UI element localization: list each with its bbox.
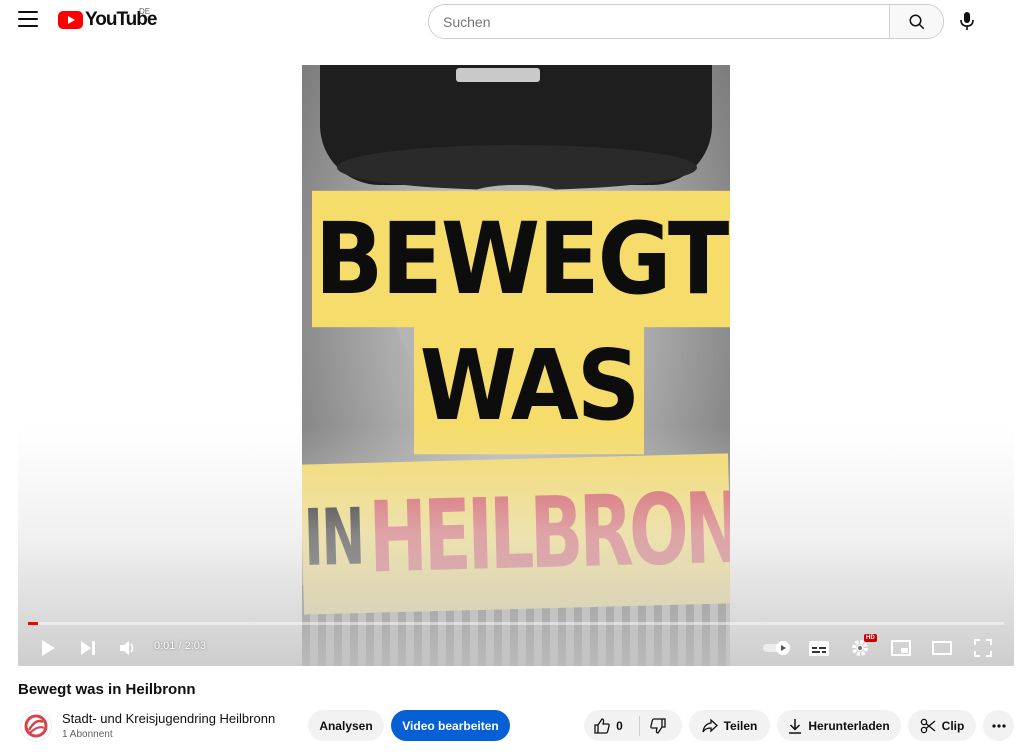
title-line-3-city: HEILBRONN bbox=[367, 469, 730, 596]
title-line-3: IN HEILBRONN bbox=[302, 453, 730, 615]
cap-brim-shape bbox=[337, 145, 697, 190]
thumbs-up-icon bbox=[594, 717, 610, 734]
voice-search-button[interactable] bbox=[955, 9, 979, 33]
skip-next-icon bbox=[81, 641, 95, 655]
clip-button[interactable]: Clip bbox=[908, 710, 976, 741]
analytics-label: Analysen bbox=[319, 718, 373, 733]
download-label: Herunterladen bbox=[808, 718, 890, 733]
hamburger-menu-icon[interactable] bbox=[18, 11, 38, 27]
edit-video-label: Video bearbeiten bbox=[402, 718, 499, 733]
title-line-2: WAS bbox=[414, 315, 644, 455]
subtitles-icon bbox=[809, 640, 829, 656]
channel-avatar[interactable] bbox=[20, 710, 52, 742]
theater-mode-icon bbox=[932, 641, 952, 655]
autoplay-toggle-icon bbox=[763, 641, 790, 655]
play-button[interactable] bbox=[36, 636, 60, 660]
search-box bbox=[428, 4, 944, 39]
player-controls: 0:01 / 2:03 HD bbox=[18, 630, 1014, 666]
cap-tag-shape bbox=[456, 68, 540, 82]
youtube-play-icon bbox=[58, 11, 83, 29]
microphone-icon bbox=[960, 12, 974, 30]
channel-name[interactable]: Stadt- und Kreisjugendring Heilbronn bbox=[62, 711, 275, 726]
search-icon bbox=[909, 14, 924, 29]
share-button[interactable]: Teilen bbox=[689, 710, 770, 741]
title-line-3-prefix: IN bbox=[302, 493, 365, 585]
analytics-button[interactable]: Analysen bbox=[308, 710, 384, 741]
download-icon bbox=[788, 718, 802, 734]
video-title: Bewegt was in Heilbronn bbox=[18, 681, 196, 698]
share-label: Teilen bbox=[723, 718, 758, 733]
download-button[interactable]: Herunterladen bbox=[777, 710, 901, 741]
autoplay-toggle[interactable] bbox=[760, 636, 794, 660]
like-dislike-group: 0 bbox=[584, 710, 682, 741]
youtube-logo[interactable]: YouTube DE bbox=[58, 7, 157, 31]
more-actions-button[interactable] bbox=[983, 710, 1014, 741]
channel-logo-icon bbox=[24, 714, 48, 738]
miniplayer-button[interactable] bbox=[889, 636, 913, 660]
next-button[interactable] bbox=[76, 636, 100, 660]
thumbs-down-icon bbox=[650, 717, 666, 734]
progress-bar[interactable] bbox=[28, 622, 1004, 625]
miniplayer-icon bbox=[891, 640, 911, 656]
fullscreen-icon bbox=[974, 639, 992, 657]
video-frame: BEWEGT WAS IN HEILBRONN bbox=[302, 65, 730, 666]
country-code: DE bbox=[139, 7, 151, 16]
fullscreen-button[interactable] bbox=[971, 636, 995, 660]
like-count: 0 bbox=[616, 718, 623, 733]
subtitles-button[interactable] bbox=[807, 636, 831, 660]
volume-button[interactable] bbox=[116, 636, 140, 660]
channel-row: Stadt- und Kreisjugendring Heilbronn 1 A… bbox=[18, 708, 1016, 744]
more-horizontal-icon bbox=[991, 723, 1006, 728]
title-line-1: BEWEGT bbox=[312, 190, 730, 328]
like-separator bbox=[638, 715, 640, 736]
search-button[interactable] bbox=[889, 5, 943, 38]
dislike-button[interactable] bbox=[650, 717, 666, 734]
time-display: 0:01 / 2:03 bbox=[154, 640, 206, 652]
theater-mode-button[interactable] bbox=[930, 636, 954, 660]
video-player[interactable]: BEWEGT WAS IN HEILBRONN 0:01 / 2:03 HD bbox=[18, 46, 1014, 666]
like-button[interactable]: 0 bbox=[594, 717, 623, 734]
top-bar: YouTube DE bbox=[0, 0, 1024, 40]
share-icon bbox=[701, 718, 718, 733]
hd-badge: HD bbox=[864, 634, 877, 642]
edit-video-button[interactable]: Video bearbeiten bbox=[391, 710, 510, 741]
subscriber-count: 1 Abonnent bbox=[62, 729, 113, 740]
search-input[interactable] bbox=[429, 5, 889, 38]
scissors-icon bbox=[920, 718, 936, 734]
play-icon bbox=[42, 640, 55, 656]
volume-icon bbox=[120, 641, 134, 655]
clip-label: Clip bbox=[941, 718, 965, 733]
progress-fill bbox=[28, 622, 38, 625]
